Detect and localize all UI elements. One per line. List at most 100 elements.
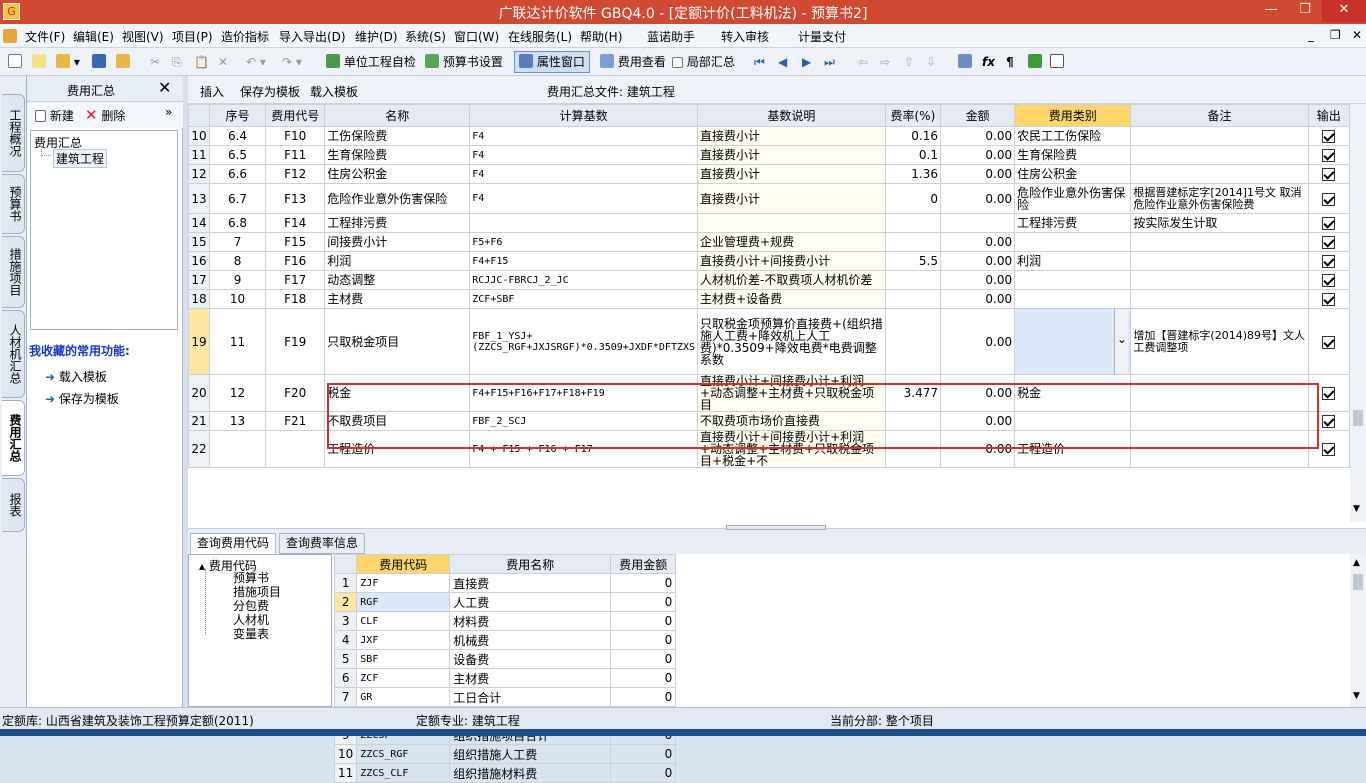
cell-rate[interactable]: [884, 289, 942, 309]
new-button[interactable]: 新建: [35, 107, 74, 124]
tree-item-budget[interactable]: 预算书: [233, 571, 281, 585]
cell-name[interactable]: 生育保险费: [324, 145, 471, 165]
cell-output[interactable]: [1307, 232, 1350, 252]
cell-base[interactable]: [469, 213, 699, 233]
scroll-down-icon[interactable]: ▼: [1353, 691, 1360, 701]
cell-rate[interactable]: 0.1: [884, 145, 942, 165]
cell-category[interactable]: [1014, 289, 1132, 309]
list-icon[interactable]: [1050, 53, 1064, 71]
cell-output[interactable]: [1307, 164, 1350, 184]
cell-amount[interactable]: 0.00: [939, 232, 1016, 252]
cell-category[interactable]: 利润: [1014, 251, 1132, 271]
header-code[interactable]: 费用代号: [265, 104, 326, 127]
cell-rate[interactable]: 0.16: [884, 126, 942, 146]
delete-icon[interactable]: ✕: [218, 53, 228, 71]
code-cell-amount[interactable]: 0: [610, 668, 677, 688]
expand-icon[interactable]: »: [165, 105, 172, 119]
cell-note[interactable]: [1130, 126, 1309, 146]
code-cell-code[interactable]: RGF: [356, 592, 451, 612]
cell-note[interactable]: [1130, 270, 1309, 290]
folder-icon[interactable]: [116, 53, 130, 71]
mdi-close-button[interactable]: ✕: [1352, 28, 1362, 42]
output-checkbox[interactable]: [1322, 168, 1336, 181]
table-row[interactable]: 14 6.8 F14 工程排污费 工程排污费 按实际发生计取: [188, 213, 1350, 233]
down-arrow-icon[interactable]: ⇩: [926, 53, 936, 71]
cell-category[interactable]: [1014, 232, 1132, 252]
right-arrow-icon[interactable]: ⇨: [880, 53, 890, 71]
cell-code[interactable]: F16: [265, 251, 326, 271]
code-cell-code[interactable]: GR: [356, 687, 451, 707]
table-row[interactable]: 16 8 F16 利润 F4+F15 直接费小计+间接费小计 5.5 0.00 利润: [188, 251, 1350, 271]
menu-window[interactable]: 窗口(W): [454, 28, 499, 45]
tab-reports[interactable]: 报表: [2, 478, 25, 532]
cell-seq[interactable]: 9: [208, 270, 267, 290]
scroll-up-icon[interactable]: ▲: [1353, 558, 1360, 568]
cell-base[interactable]: F4: [469, 183, 699, 214]
undo-icon[interactable]: ↶ ▾: [246, 53, 266, 71]
tree-item-measures[interactable]: 措施项目: [233, 585, 281, 599]
redo-icon[interactable]: ↷ ▾: [282, 53, 302, 71]
cell-amount[interactable]: 0.00: [939, 374, 1016, 412]
menu-view[interactable]: 视图(V): [122, 28, 164, 45]
cell-seq[interactable]: 6.5: [208, 145, 267, 165]
local-summary-toggle[interactable]: 局部汇总: [672, 53, 735, 71]
output-checkbox[interactable]: [1322, 335, 1336, 349]
code-row-number[interactable]: 2: [333, 592, 358, 612]
cell-note[interactable]: [1130, 411, 1309, 431]
row-number[interactable]: 18: [188, 289, 210, 309]
fee-view-button[interactable]: 费用查看: [600, 53, 666, 71]
code-header-name[interactable]: 费用名称: [449, 554, 612, 574]
cell-output[interactable]: [1307, 374, 1350, 412]
cell-amount[interactable]: 0.00: [939, 126, 1016, 146]
category-dropdown-icon[interactable]: ⌄: [1114, 309, 1129, 374]
cell-base[interactable]: F4: [469, 164, 699, 184]
calculator-icon[interactable]: [958, 53, 972, 71]
table-row[interactable]: 11 6.5 F11 生育保险费 F4 直接费小计 0.1 0.00 生育保险费: [188, 145, 1350, 165]
cell-amount[interactable]: 0.00: [939, 411, 1016, 431]
tree-item-variables[interactable]: 变量表: [233, 627, 281, 641]
cell-output[interactable]: [1307, 308, 1350, 375]
copy-icon[interactable]: ⎘: [172, 53, 182, 71]
last-icon[interactable]: ⏭: [824, 53, 835, 71]
cell-rate[interactable]: 3.477: [884, 374, 942, 412]
code-cell-name[interactable]: 机械费: [449, 630, 612, 650]
cell-base[interactable]: F5+F6: [469, 232, 699, 252]
output-checkbox[interactable]: [1322, 387, 1336, 400]
grid-scrollbar[interactable]: ▼: [1350, 104, 1366, 522]
row-number[interactable]: 21: [188, 411, 210, 431]
tab-material-summary[interactable]: 人材机汇总: [2, 310, 25, 398]
save-icon[interactable]: [92, 53, 106, 71]
load-template-link[interactable]: ➜ 载入模板: [45, 368, 107, 385]
cell-amount[interactable]: 0.00: [939, 251, 1016, 271]
tree-item-building[interactable]: 建筑工程: [53, 149, 108, 168]
code-cell-name[interactable]: 主材费: [449, 668, 612, 688]
code-cell-code[interactable]: JXF: [356, 630, 451, 650]
cell-code[interactable]: F10: [265, 126, 326, 146]
new-icon[interactable]: [8, 53, 22, 71]
code-row-number[interactable]: 6: [333, 668, 358, 688]
header-seq[interactable]: 序号: [208, 104, 267, 127]
cell-note[interactable]: 按实际发生计取: [1130, 213, 1309, 233]
cell-seq[interactable]: 8: [208, 251, 267, 271]
cell-category[interactable]: 工程排污费: [1014, 213, 1132, 233]
code-header-code[interactable]: 费用代码: [356, 554, 451, 574]
insert-button[interactable]: 插入: [200, 83, 224, 100]
code-row-number[interactable]: 11: [333, 763, 358, 783]
cell-desc[interactable]: 直接费小计+间接费小计+利润+动态调整+主材费+只取税金项目+税金+不: [697, 430, 886, 468]
code-row-number[interactable]: 4: [333, 630, 358, 650]
save-template-link[interactable]: ➜ 保存为模板: [45, 390, 119, 407]
cell-name[interactable]: 工程造价: [324, 430, 471, 468]
cell-note[interactable]: [1130, 430, 1309, 468]
prev-icon[interactable]: ◀: [778, 53, 787, 71]
cube-icon[interactable]: [1028, 53, 1042, 71]
cell-code[interactable]: F20: [265, 374, 326, 412]
code-row-number[interactable]: 3: [333, 611, 358, 631]
code-scrollbar[interactable]: ▲ ▼: [1350, 554, 1366, 707]
cell-rate[interactable]: 0: [884, 183, 942, 214]
next-icon[interactable]: ▶: [802, 53, 811, 71]
code-cell-code[interactable]: SBF: [356, 649, 451, 669]
menu-cost-index[interactable]: 造价指标: [221, 28, 269, 45]
header-output[interactable]: 输出: [1307, 104, 1350, 127]
code-cell-amount[interactable]: 0: [610, 630, 677, 650]
cell-desc[interactable]: 直接费小计: [697, 183, 886, 214]
